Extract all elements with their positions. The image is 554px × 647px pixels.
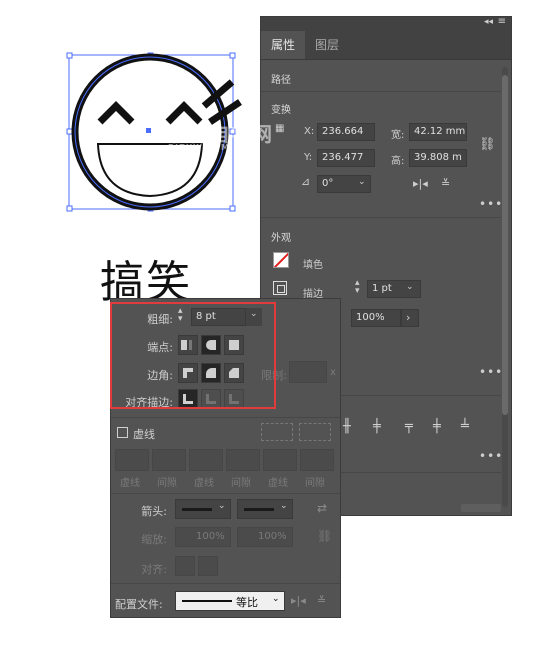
transform-title: 变换 <box>271 105 291 116</box>
flip-across-icon[interactable]: ≚ <box>317 594 326 607</box>
handle-br <box>229 205 236 212</box>
panel-topbar: ◂◂ ≡ <box>261 16 511 31</box>
start-scale-value: 100% <box>196 531 225 542</box>
w-input[interactable]: 42.12 mm <box>409 123 467 141</box>
profile-label: 配置文件: <box>115 598 163 611</box>
path-label: 路径 <box>271 75 291 86</box>
y-label: Y: <box>304 152 313 163</box>
panel-scrollbar-thumb[interactable] <box>502 75 508 415</box>
w-label: 宽: <box>391 130 405 141</box>
opacity-input[interactable]: 100% <box>351 309 401 327</box>
link-scale-icon[interactable]: ⛓ <box>317 529 332 543</box>
highlight-box <box>110 302 276 409</box>
align-left-icon[interactable]: ╫ <box>343 419 351 434</box>
handle-tr <box>229 52 236 59</box>
align-hcenter-icon[interactable]: ╪ <box>373 419 381 434</box>
panel-menu-icon[interactable]: ≡ <box>498 16 506 27</box>
tab-properties[interactable]: 属性 <box>261 31 306 59</box>
stroke-stepper-icon[interactable]: ▴ ▾ <box>355 279 360 296</box>
handle-bl <box>66 205 73 212</box>
opacity-arrow-button[interactable]: › <box>401 309 419 327</box>
y-input[interactable]: 236.477 <box>317 149 375 167</box>
limit-unit: x <box>330 367 336 378</box>
x-label: X: <box>304 126 315 137</box>
start-scale-input[interactable]: 100% <box>175 527 231 547</box>
appearance-more-icon[interactable]: ••• <box>479 365 503 379</box>
center-point <box>146 128 151 133</box>
transform-more-icon[interactable]: ••• <box>479 197 503 211</box>
gap-2-label: 间隙 <box>231 478 251 489</box>
h-label: 高: <box>391 156 405 167</box>
dashed-line-label: 虚线 <box>133 428 155 441</box>
handle-tl <box>66 52 73 59</box>
left-eye <box>97 101 135 125</box>
watermark: 软件自学网 RJZXW.COM <box>168 118 273 152</box>
reference-point-icon[interactable]: ▦ <box>275 123 284 134</box>
fill-none-swatch[interactable] <box>273 252 289 268</box>
handle-ml <box>66 128 73 135</box>
panel-tabs: 属性 图层 <box>261 31 511 60</box>
arrow-align-extend-button[interactable] <box>175 556 195 576</box>
x-input[interactable]: 236.664 <box>317 123 375 141</box>
start-arrowhead-select[interactable]: ⌄ <box>175 499 231 519</box>
arrowhead-label: 箭头: <box>141 505 167 518</box>
scale-label: 缩放: <box>141 533 167 546</box>
align-top-icon[interactable]: ╤ <box>405 419 413 434</box>
align-bottom-icon[interactable]: ╧ <box>461 419 469 434</box>
stroke-weight-dropdown-icon[interactable]: ⌄ <box>406 282 414 292</box>
dash-3-input[interactable] <box>263 449 297 471</box>
collapse-icon[interactable]: ◂◂ <box>484 17 493 27</box>
dash-3-label: 虚线 <box>268 478 288 489</box>
gap-3-label: 间隙 <box>305 478 325 489</box>
gap-2-input[interactable] <box>226 449 260 471</box>
dash-2-input[interactable] <box>189 449 223 471</box>
h-input[interactable]: 39.808 m <box>409 149 467 167</box>
align-more-icon[interactable]: ••• <box>479 449 503 463</box>
dash-1-label: 虚线 <box>120 478 140 489</box>
profile-value: 等比 <box>236 596 258 609</box>
chevron-down-icon: ⌄ <box>218 501 226 511</box>
fill-label: 填色 <box>303 260 323 271</box>
bottom-scroll-indicator <box>461 504 501 512</box>
end-scale-value: 100% <box>258 531 287 542</box>
chevron-right-icon: › <box>406 311 411 324</box>
chevron-down-icon: ⌄ <box>272 594 280 604</box>
dashed-line-checkbox[interactable] <box>117 427 128 438</box>
chevron-down-icon: ⌄ <box>280 501 288 511</box>
profile-select[interactable]: 等比 ⌄ <box>175 591 285 611</box>
arrow-align-label: 对齐: <box>141 563 167 576</box>
limit-input[interactable] <box>289 361 327 383</box>
rotate-icon: ⊿ <box>301 175 311 188</box>
end-arrowhead-select[interactable]: ⌄ <box>237 499 293 519</box>
flip-horizontal-icon[interactable]: ▸|◂ <box>413 177 428 190</box>
gap-3-input[interactable] <box>300 449 334 471</box>
arrow-align-place-button[interactable] <box>198 556 218 576</box>
align-vcenter-icon[interactable]: ╪ <box>433 419 441 434</box>
tab-layers[interactable]: 图层 <box>305 31 349 59</box>
dash-2-label: 虚线 <box>194 478 214 489</box>
preserve-dash-button[interactable] <box>261 423 293 441</box>
end-scale-input[interactable]: 100% <box>237 527 293 547</box>
stroke-swatch[interactable] <box>273 281 287 295</box>
flip-vertical-icon[interactable]: ≚ <box>441 177 450 190</box>
swap-arrowheads-icon[interactable]: ⇄ <box>317 501 327 515</box>
appearance-title: 外观 <box>271 233 291 244</box>
flip-along-icon[interactable]: ▸|◂ <box>291 594 306 607</box>
gap-1-input[interactable] <box>152 449 186 471</box>
align-dash-button[interactable] <box>299 423 331 441</box>
constrain-proportions-icon[interactable]: ⛓ <box>479 137 496 152</box>
angle-dropdown-icon[interactable]: ⌄ <box>358 177 366 187</box>
dash-1-input[interactable] <box>115 449 149 471</box>
gap-1-label: 间隙 <box>157 478 177 489</box>
